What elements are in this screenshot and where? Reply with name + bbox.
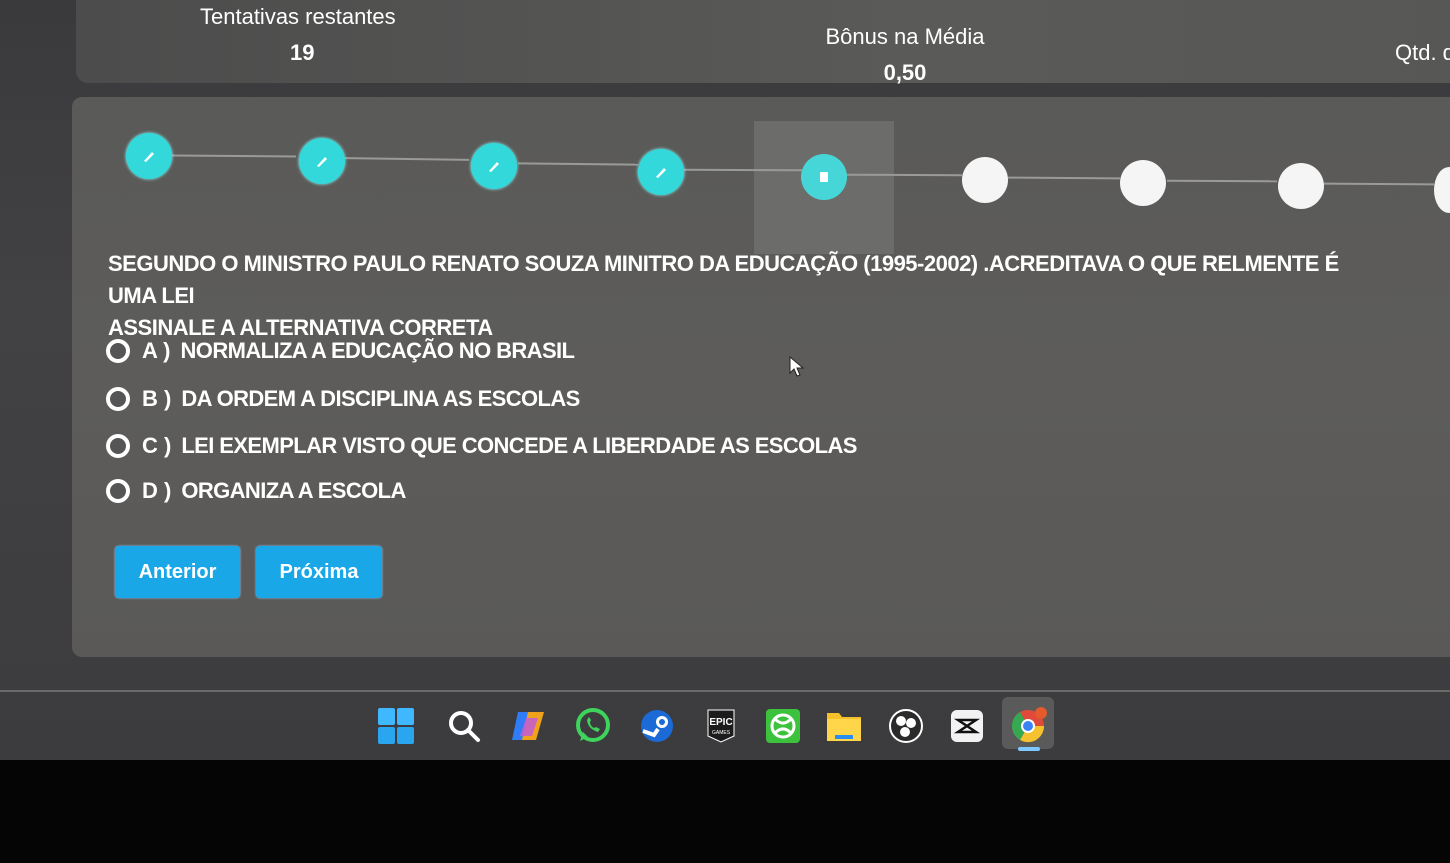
- option-d[interactable]: D ) ORGANIZA A ESCOLA: [106, 478, 406, 504]
- obs-icon[interactable]: [886, 706, 926, 746]
- option-letter: C ): [142, 433, 172, 458]
- previous-button[interactable]: Anterior: [115, 546, 240, 598]
- chrome-icon[interactable]: [1008, 706, 1048, 746]
- question-text: SEGUNDO O MINISTRO PAULO RENATO SOUZA MI…: [108, 251, 1339, 308]
- svg-text:GAMES: GAMES: [712, 730, 731, 736]
- mouse-cursor-icon: [789, 356, 805, 377]
- option-text: DA ORDEM A DISCIPLINA AS ESCOLAS: [181, 386, 580, 411]
- document-icon: [820, 172, 828, 182]
- step-2-completed[interactable]: [299, 138, 345, 184]
- radio-button[interactable]: [106, 479, 130, 503]
- option-letter: B ): [142, 386, 172, 411]
- attempts-stat: Tentativas restantes 19: [200, 4, 410, 66]
- copilot-icon[interactable]: [509, 706, 549, 746]
- radio-button[interactable]: [106, 387, 130, 411]
- windows-start-icon[interactable]: [376, 706, 416, 746]
- qtd-label: Qtd. d: [1395, 40, 1450, 65]
- bonus-stat: Bônus na Média 0,50: [825, 24, 985, 86]
- pencil-icon: [489, 162, 499, 172]
- active-app-indicator: [1018, 747, 1040, 751]
- epic-games-icon[interactable]: EPIC GAMES: [701, 706, 741, 746]
- whatsapp-icon[interactable]: [573, 706, 613, 746]
- bonus-label: Bônus na Média: [825, 24, 985, 49]
- next-button[interactable]: Próxima: [256, 546, 382, 598]
- option-a[interactable]: A ) NORMALIZA A EDUCAÇÃO NO BRASIL: [106, 338, 575, 364]
- option-text: NORMALIZA A EDUCAÇÃO NO BRASIL: [180, 338, 575, 363]
- attempts-value: 19: [290, 40, 315, 65]
- radio-button[interactable]: [106, 339, 130, 363]
- bonus-value: 0,50: [883, 60, 927, 85]
- pencil-icon: [656, 168, 666, 178]
- radio-button[interactable]: [106, 434, 130, 458]
- step-6[interactable]: [962, 157, 1008, 203]
- monitor-bezel: [0, 760, 1450, 863]
- svg-text:EPIC: EPIC: [709, 717, 732, 728]
- option-text: LEI EXEMPLAR VISTO QUE CONCEDE A LIBERDA…: [181, 433, 857, 458]
- capcut-icon[interactable]: [947, 706, 987, 746]
- steam-icon[interactable]: [637, 706, 677, 746]
- step-8[interactable]: [1278, 163, 1324, 209]
- option-letter: D ): [142, 478, 172, 503]
- search-icon[interactable]: [444, 706, 484, 746]
- option-b[interactable]: B ) DA ORDEM A DISCIPLINA AS ESCOLAS: [106, 386, 580, 412]
- step-7[interactable]: [1120, 160, 1166, 206]
- step-5-current[interactable]: [801, 154, 847, 200]
- xbox-icon[interactable]: [763, 706, 803, 746]
- step-4-completed[interactable]: [638, 149, 684, 195]
- pencil-icon: [317, 157, 327, 167]
- attempts-label: Tentativas restantes: [200, 4, 396, 29]
- option-text: ORGANIZA A ESCOLA: [181, 478, 406, 503]
- divider: [0, 690, 1450, 692]
- step-1-completed[interactable]: [126, 133, 172, 179]
- option-c[interactable]: C ) LEI EXEMPLAR VISTO QUE CONCEDE A LIB…: [106, 433, 857, 459]
- option-letter: A ): [142, 338, 171, 363]
- step-3-completed[interactable]: [471, 143, 517, 189]
- pencil-icon: [144, 152, 154, 162]
- file-explorer-icon[interactable]: [824, 706, 864, 746]
- question-block: SEGUNDO O MINISTRO PAULO RENATO SOUZA MI…: [108, 248, 1388, 344]
